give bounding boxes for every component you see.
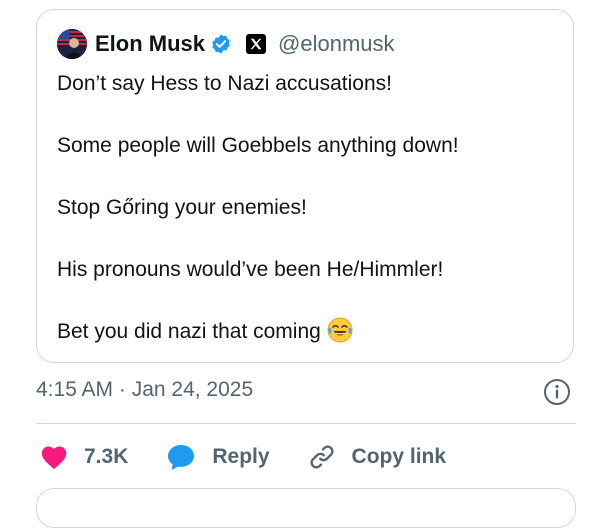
author-handle[interactable]: @elonmusk bbox=[278, 31, 395, 57]
reply-button[interactable]: Reply bbox=[166, 443, 270, 471]
tweet-actions: 7.3K Reply Copy link bbox=[40, 440, 484, 474]
copy-link-label: Copy link bbox=[351, 445, 447, 468]
info-button[interactable] bbox=[542, 377, 572, 407]
tweet-timestamp[interactable]: 4:15 AM · Jan 24, 2025 bbox=[36, 378, 253, 402]
tweet-line-last: Bet you did nazi that coming bbox=[57, 316, 557, 347]
x-logo-icon bbox=[246, 34, 267, 54]
verified-badge-icon bbox=[210, 33, 232, 55]
info-icon bbox=[544, 379, 570, 405]
avatar-image bbox=[57, 29, 87, 59]
tweet-header: Elon Musk @elonmusk bbox=[57, 28, 395, 60]
reply-label: Reply bbox=[212, 445, 270, 468]
like-count: 7.3K bbox=[84, 445, 129, 468]
link-icon bbox=[310, 445, 334, 469]
avatar[interactable] bbox=[57, 29, 87, 59]
heart-icon bbox=[41, 446, 67, 470]
reply-bubble-icon bbox=[168, 445, 195, 470]
tweet-line: Stop Gőring your enemies! bbox=[57, 196, 307, 219]
copy-link-button[interactable]: Copy link bbox=[308, 443, 447, 471]
tweet-line-text: Bet you did nazi that coming bbox=[57, 320, 321, 343]
tweet-line: Some people will Goebbels anything down! bbox=[57, 134, 459, 157]
divider bbox=[36, 423, 576, 424]
like-button[interactable]: 7.3K bbox=[40, 444, 128, 470]
author-display-name[interactable]: Elon Musk bbox=[95, 31, 205, 57]
reply-composer-card[interactable] bbox=[36, 488, 576, 528]
laughing-crying-emoji-icon bbox=[327, 317, 353, 343]
tweet-line: His pronouns would’ve been He/Himmler! bbox=[57, 258, 444, 281]
tweet-line: Don’t say Hess to Nazi accusations! bbox=[57, 72, 392, 95]
tweet-text: Don’t say Hess to Nazi accusations! Some… bbox=[57, 68, 557, 347]
quoted-tweet-card[interactable]: Elon Musk @elonmusk Don’t say Hess to Na… bbox=[36, 9, 574, 363]
